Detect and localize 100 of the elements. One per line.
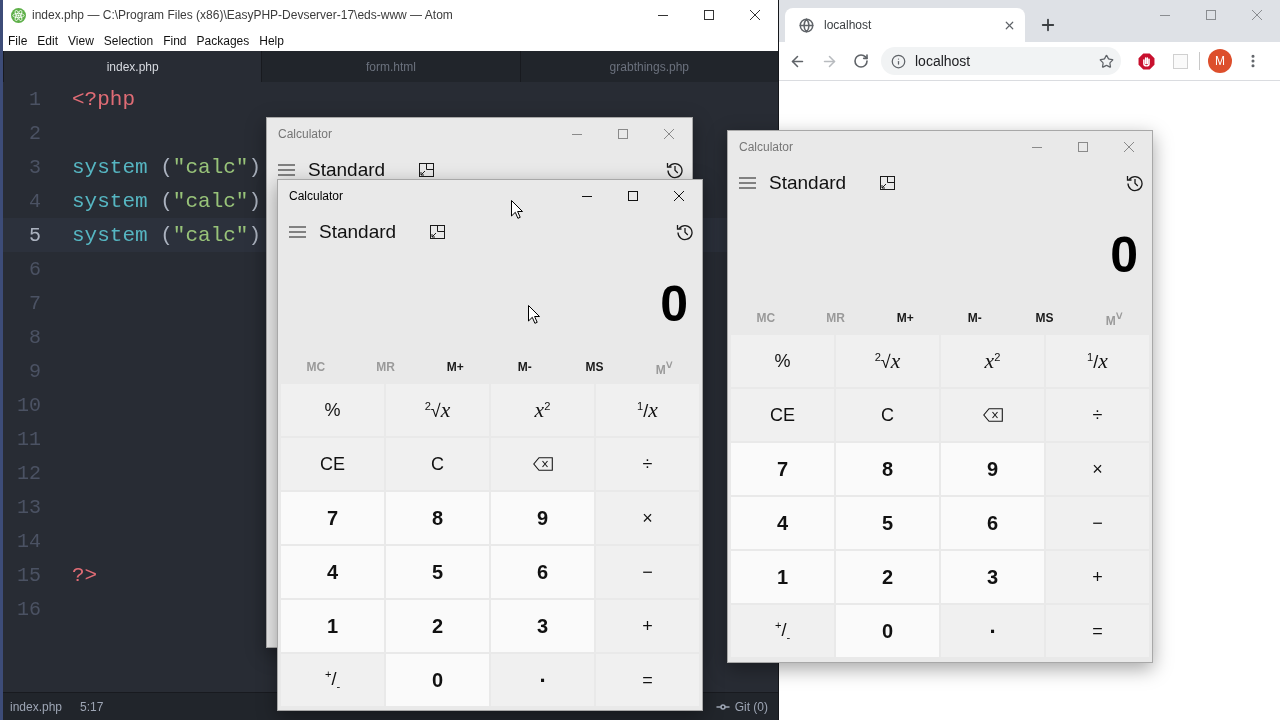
menu-item[interactable]: File [3,33,33,48]
mode-title: Standard [319,222,397,242]
git-status[interactable]: Git (0) [734,699,768,714]
minimize-icon [1160,14,1170,16]
address-bar[interactable]: localhost [881,47,1121,75]
function-key[interactable]: % [731,335,834,387]
window-title: index.php — C:\Program Files (x86)\EasyPHP-Devserver-17\eds-www — Atom [32,8,453,22]
digit-key[interactable]: 0 [386,654,489,706]
menu-item[interactable]: Help [254,33,289,48]
memory-button[interactable]: M- [940,301,1010,335]
digit-key[interactable]: 1 [731,551,834,603]
function-key[interactable]: $^{2}$√x [836,335,939,387]
function-key[interactable]: CE [731,389,834,441]
memory-button[interactable]: MS [559,350,630,384]
digit-key[interactable]: 3 [491,600,594,652]
memory-button[interactable]: MS [1009,301,1080,335]
function-key[interactable]: $^{1}$/x [1046,335,1149,387]
code-line: system ("calc") [72,189,262,213]
digit-key[interactable]: 7 [731,443,834,495]
function-key[interactable]: . [941,605,1044,657]
function-key[interactable]: CE [281,438,384,490]
function-key[interactable]: C [386,438,489,490]
function-key[interactable]: $^{+}$/$_{-}$ [281,654,384,706]
menu-icon [288,226,306,238]
browser-tab[interactable]: localhost [785,8,1025,42]
digit-key[interactable]: 5 [386,546,489,598]
function-key[interactable]: = [596,654,699,706]
code-line: ?> [72,563,98,587]
memory-button[interactable]: M+ [870,301,940,335]
atom-icon [11,7,26,23]
digit-key[interactable]: 7 [281,492,384,544]
menu-item[interactable]: Selection [98,33,159,48]
code-line: system ("calc") [72,223,262,247]
digit-key[interactable]: 4 [731,497,834,549]
profile-avatar[interactable]: M [1208,49,1232,73]
function-key[interactable]: C [836,389,939,441]
digit-key[interactable]: 2 [836,551,939,603]
minimize-icon [582,195,592,197]
digit-key[interactable]: 6 [491,546,594,598]
memory-button[interactable]: M- [490,350,560,384]
digit-key[interactable]: 1 [281,600,384,652]
function-key[interactable]: $^{1}$/x [596,384,699,436]
function-key[interactable]: + [596,600,699,652]
backspace-key[interactable] [941,389,1044,441]
close-icon [750,10,760,20]
close-icon [1124,142,1134,152]
mouse-pointer-icon [511,200,523,219]
menu-item[interactable]: View [63,33,99,48]
digit-key[interactable]: 5 [836,497,939,549]
menu-item[interactable]: Edit [32,33,64,48]
function-key[interactable]: × [596,492,699,544]
info-icon [891,53,906,69]
close-icon [664,129,674,139]
digit-key[interactable]: 4 [281,546,384,598]
digit-key[interactable]: 8 [836,443,939,495]
digit-key[interactable]: 9 [491,492,594,544]
stop-hand-icon [1137,52,1155,70]
history-icon [676,223,694,241]
digit-key[interactable]: 9 [941,443,1044,495]
function-key[interactable]: = [1046,605,1149,657]
function-key[interactable]: × [1046,443,1149,495]
backspace-icon [532,457,553,471]
backspace-icon [982,408,1003,422]
blank-square-icon [1172,53,1188,69]
function-key[interactable]: − [596,546,699,598]
window-title: Calculator [289,189,344,203]
function-key[interactable]: x$^{2}$ [491,384,594,436]
close-icon [1252,10,1262,20]
minimize-icon [572,133,582,135]
maximize-icon [618,129,628,139]
digit-key[interactable]: 2 [386,600,489,652]
memory-button[interactable]: M+ [420,350,490,384]
history-icon [666,161,684,179]
backspace-key[interactable] [491,438,594,490]
maximize-icon [1078,142,1088,152]
menu-item[interactable]: Find [158,33,192,48]
function-key[interactable]: x$^{2}$ [941,335,1044,387]
globe-icon [799,17,814,33]
function-key[interactable]: ÷ [1046,389,1149,441]
maximize-icon [628,191,638,201]
digit-key[interactable]: 8 [386,492,489,544]
digit-key[interactable]: 6 [941,497,1044,549]
menu-icon [277,164,295,176]
cursor-position[interactable]: 5:17 [80,699,104,714]
mode-title: Standard [308,160,386,180]
function-key[interactable]: . [491,654,594,706]
status-file-name[interactable]: index.php [10,699,63,714]
menu-item[interactable]: Packages [191,33,255,48]
window-title: Calculator [739,140,794,154]
function-key[interactable]: ÷ [596,438,699,490]
function-key[interactable]: − [1046,497,1149,549]
star-icon [1098,53,1114,69]
function-key[interactable]: $^{+}$/$_{-}$ [731,605,834,657]
digit-key[interactable]: 3 [941,551,1044,603]
editor-tab[interactable]: index.php [3,51,262,82]
function-key[interactable]: + [1046,551,1149,603]
digit-key[interactable]: 0 [836,605,939,657]
function-key[interactable]: % [281,384,384,436]
maximize-icon [704,10,714,20]
function-key[interactable]: $^{2}$√x [386,384,489,436]
